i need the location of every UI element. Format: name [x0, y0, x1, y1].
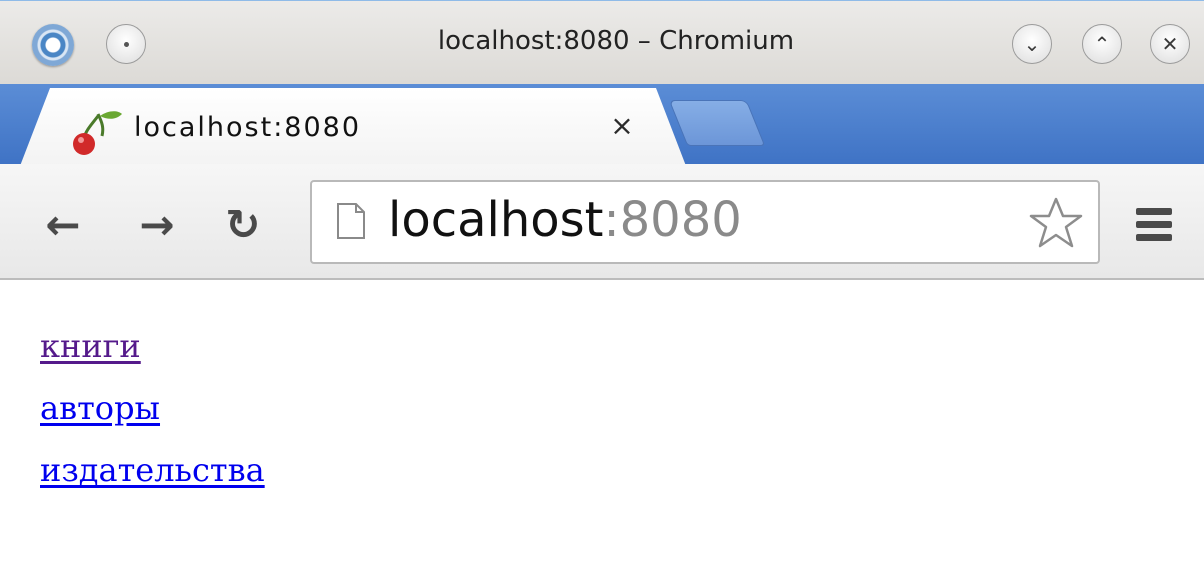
tab-title: localhost:8080 — [134, 112, 362, 143]
url-text[interactable]: localhost:8080 — [388, 188, 742, 252]
cherry-favicon-icon — [73, 111, 122, 155]
browser-window: localhost:8080 – Chromium ⌄ ⌃ ✕ localhos… — [0, 0, 1204, 573]
url-port: :8080 — [603, 192, 742, 248]
bookmark-star-icon[interactable] — [1028, 196, 1084, 250]
forward-arrow-icon[interactable]: → — [132, 200, 182, 250]
maximize-button[interactable]: ⌃ — [1082, 24, 1122, 64]
link-authors[interactable]: авторы — [40, 380, 265, 442]
link-publishers[interactable]: издательства — [40, 442, 265, 504]
url-host: localhost — [388, 192, 604, 248]
nav-links: книги авторы издательства — [40, 318, 265, 504]
close-window-button[interactable]: ✕ — [1150, 24, 1190, 64]
minimize-button[interactable]: ⌄ — [1012, 24, 1052, 64]
back-arrow-icon[interactable]: ← — [38, 200, 88, 250]
tab-close-icon[interactable]: × — [606, 110, 638, 142]
menu-hamburger-icon[interactable] — [1132, 204, 1176, 244]
reload-icon[interactable]: ↻ — [218, 200, 268, 250]
link-books[interactable]: книги — [40, 318, 265, 380]
page-icon — [337, 203, 365, 239]
